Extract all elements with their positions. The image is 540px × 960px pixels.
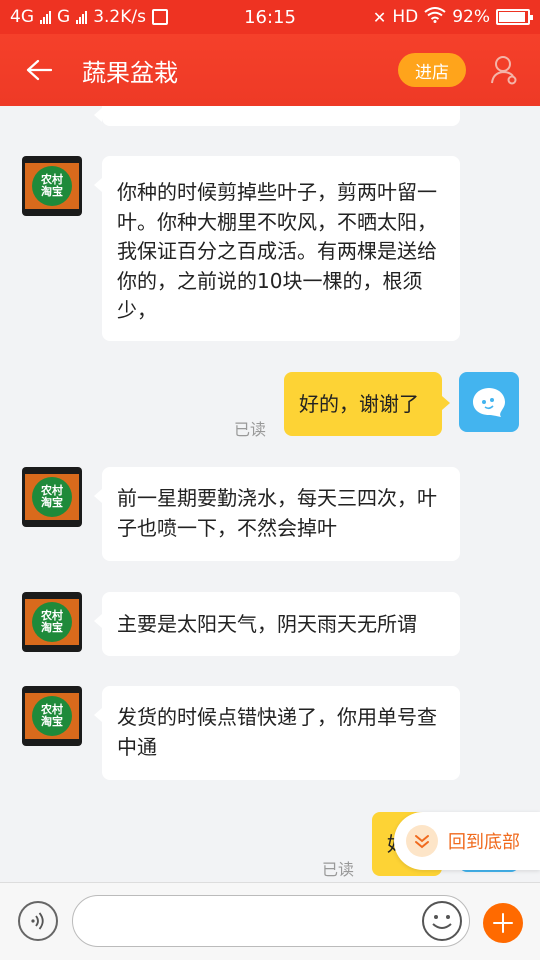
signal-icon-2: [76, 10, 88, 24]
emoji-button[interactable]: [422, 901, 462, 941]
status-right: ✕ HD 92%: [372, 6, 533, 28]
message-bubble[interactable]: 前一星期要勤浇水，每天三四次，叶子也喷一下，不然会掉叶: [94, 467, 460, 561]
my-message-bubble[interactable]: 好的，谢谢了: [284, 372, 450, 436]
back-to-bottom-button[interactable]: 回到底部: [394, 812, 540, 870]
chat-area[interactable]: 农村 淘宝 你种的时候剪掉些叶子，剪两叶留一叶。你种大棚里不吹风，不晒太阳，我保证…: [0, 106, 540, 882]
input-bar: [0, 882, 540, 960]
message-text: 前一星期要勤浇水，每天三四次，叶子也喷一下，不然会掉叶: [117, 486, 437, 540]
my-avatar[interactable]: [459, 372, 519, 432]
back-arrow-icon: [26, 59, 52, 81]
shop-avatar[interactable]: 农村 淘宝: [22, 686, 82, 746]
status-left: 4G G 3.2K/s: [10, 7, 373, 27]
message-bubble-partial: [94, 106, 460, 126]
voice-button[interactable]: [18, 901, 58, 941]
more-button[interactable]: [483, 903, 523, 943]
shop-avatar[interactable]: 农村 淘宝: [22, 592, 82, 652]
back-button[interactable]: [22, 53, 56, 87]
plus-icon: [493, 913, 513, 933]
shop-avatar[interactable]: 农村 淘宝: [22, 467, 82, 527]
message-bubble[interactable]: 你种的时候剪掉些叶子，剪两叶留一叶。你种大棚里不吹风，不晒太阳，我保证百分之百成…: [94, 156, 460, 341]
notification-icon: [151, 9, 168, 25]
message-text: 好的，谢谢了: [299, 392, 419, 416]
message-bubble[interactable]: 发货的时候点错快递了，你用单号查中通: [94, 686, 460, 780]
wifi-icon: [424, 6, 446, 28]
read-status: 已读: [322, 860, 355, 879]
smile-icon: [432, 915, 452, 929]
status-bar: 4G G 3.2K/s 16:15 ✕ HD 92%: [0, 0, 540, 34]
user-profile-button[interactable]: [484, 50, 524, 90]
network-type-left: 4G: [10, 7, 34, 27]
message-text: 你种的时候剪掉些叶子，剪两叶留一叶。你种大棚里不吹风，不晒太阳，我保证百分之百成…: [117, 180, 437, 322]
chat-header: 蔬果盆栽 进店: [0, 34, 540, 106]
mute-icon: ✕: [372, 7, 387, 27]
network-speed: 3.2K/s: [93, 7, 146, 27]
back-to-bottom-label: 回到底部: [448, 832, 520, 853]
chevron-down-icon: [406, 825, 438, 857]
hd-label: HD: [392, 7, 419, 27]
enter-shop-button[interactable]: 进店: [398, 53, 466, 87]
chat-face-icon: [473, 388, 505, 417]
message-text: 发货的时候点错快递了，你用单号查中通: [117, 705, 437, 759]
signal-icon: [40, 10, 51, 24]
message-input[interactable]: [72, 895, 470, 947]
chat-title: 蔬果盆栽: [82, 58, 178, 87]
voice-icon: [31, 912, 44, 930]
read-status: 已读: [234, 420, 267, 439]
battery-level: 92%: [452, 7, 490, 27]
shop-avatar[interactable]: 农村 淘宝: [22, 156, 82, 216]
network-type-right: G: [57, 7, 71, 27]
message-bubble[interactable]: 主要是太阳天气，阴天雨天无所谓: [94, 592, 460, 656]
message-text: 主要是太阳天气，阴天雨天无所谓: [117, 612, 417, 636]
battery-icon: [496, 9, 533, 25]
user-icon: [491, 56, 517, 85]
